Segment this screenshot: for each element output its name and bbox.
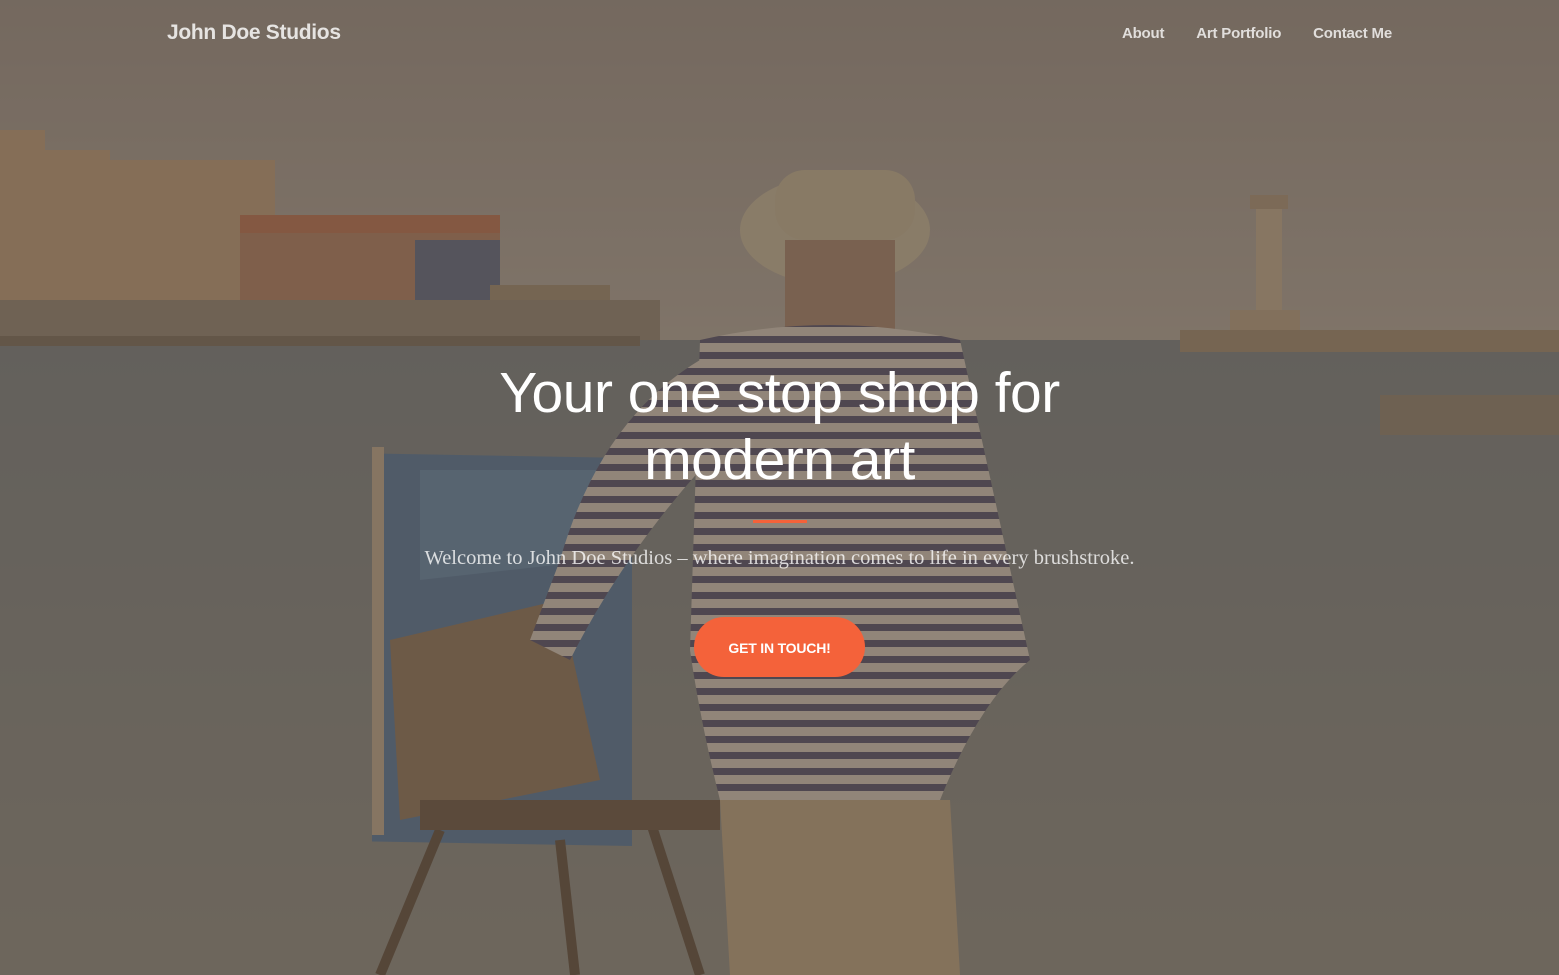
nav-links: About Art Portfolio Contact Me bbox=[1090, 25, 1392, 42]
hero-title: Your one stop shop for modern art bbox=[499, 361, 1060, 492]
nav-link-contact-me[interactable]: Contact Me bbox=[1313, 25, 1392, 42]
title-divider bbox=[752, 520, 807, 523]
top-navbar: John Doe Studios About Art Portfolio Con… bbox=[0, 0, 1559, 70]
nav-link-art-portfolio[interactable]: Art Portfolio bbox=[1196, 25, 1281, 42]
brand-logo-text[interactable]: John Doe Studios bbox=[167, 21, 341, 45]
get-in-touch-button[interactable]: GET IN TOUCH! bbox=[694, 617, 865, 677]
hero-section: Your one stop shop for modern art Welcom… bbox=[0, 360, 1559, 677]
hero-subtitle: Welcome to John Doe Studios – where imag… bbox=[424, 547, 1135, 569]
nav-link-about[interactable]: About bbox=[1122, 25, 1165, 42]
